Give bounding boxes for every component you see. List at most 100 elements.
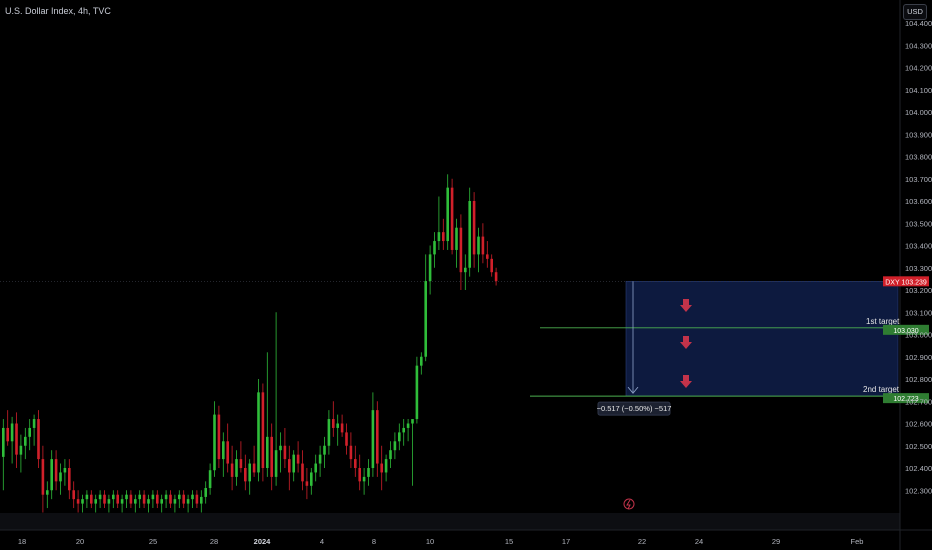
price-tick-label: 102.900: [905, 353, 932, 362]
candle-body: [204, 488, 207, 497]
candle-body: [283, 445, 287, 460]
candle-body: [10, 423, 14, 442]
candle-body: [340, 423, 344, 433]
event-icon: [623, 498, 635, 510]
measure-label: −0.517 (−0.50%) −517: [597, 401, 671, 416]
candle-body: [367, 468, 370, 477]
candle-body: [398, 432, 401, 442]
candle-body: [239, 459, 243, 468]
candle-body: [327, 419, 331, 446]
candle-body: [226, 441, 229, 464]
candle-body: [446, 187, 449, 242]
price-tick-label: 102.600: [905, 420, 932, 429]
currency-button[interactable]: USD: [903, 4, 927, 20]
candle-body: [442, 232, 445, 242]
candle-body: [472, 201, 476, 255]
candle-body: [37, 419, 40, 460]
candle-body: [94, 499, 97, 504]
candle-body: [15, 423, 18, 455]
target-zone-layer: [0, 281, 900, 397]
candle-body: [19, 445, 23, 455]
candle-body: [468, 201, 471, 268]
candle-body: [389, 450, 392, 460]
candle-body: [380, 463, 383, 473]
candle-body: [24, 436, 27, 446]
candle-body: [486, 254, 489, 259]
price-tick-label: 104.000: [905, 108, 932, 117]
price-chart[interactable]: 1st target 2nd target −0.517 (−0.50%) −517…: [0, 0, 932, 550]
candle-body: [481, 236, 485, 255]
price-tick-label: 102.700: [905, 397, 932, 406]
candle-body: [41, 459, 45, 495]
candle-body: [173, 499, 177, 504]
time-tick-label: 25: [149, 537, 157, 546]
candle-body: [301, 463, 304, 482]
candle-body: [266, 436, 269, 468]
candle-body: [72, 490, 75, 500]
price-tick-label: 102.500: [905, 442, 932, 451]
time-tick-label: 24: [695, 537, 703, 546]
candle-body: [244, 468, 247, 482]
candle-body: [46, 490, 49, 495]
candle-body: [354, 459, 357, 468]
last-price-tag: DXY 103.239: [883, 276, 929, 287]
candle-body: [195, 494, 199, 504]
candle-body: [59, 472, 62, 482]
candle-body: [134, 499, 137, 504]
price-tick-label: 104.400: [905, 19, 932, 28]
time-tick-label: 28: [210, 537, 218, 546]
candle-body: [433, 241, 436, 255]
price-tick-label: 103.400: [905, 242, 932, 251]
candle-body: [336, 423, 339, 428]
candle-body: [450, 187, 454, 250]
candle-body: [63, 468, 67, 473]
candle-body: [151, 494, 155, 500]
chart-title: U.S. Dollar Index, 4h, TVC: [5, 6, 111, 16]
candle-body: [217, 414, 221, 460]
candle-body: [332, 419, 335, 428]
candle-body: [169, 494, 172, 504]
candle-body: [274, 450, 278, 477]
candle-body: [362, 476, 366, 482]
time-tick-label: 17: [562, 537, 570, 546]
grid-lines: [0, 0, 932, 550]
candle-body: [76, 499, 80, 504]
price-tick-label: 103.700: [905, 175, 932, 184]
candle-body: [494, 272, 498, 282]
candle-body: [222, 441, 225, 460]
candle-body: [393, 441, 397, 451]
time-tick-label: 18: [18, 537, 26, 546]
candle-body: [200, 496, 203, 504]
candle-body: [455, 227, 458, 250]
price-tick-label: 102.800: [905, 375, 932, 384]
candle-body: [160, 499, 163, 504]
candle-body: [90, 494, 93, 504]
time-tick-label: Feb: [851, 537, 864, 546]
time-tick-label: 4: [320, 537, 324, 546]
first-target-label: 1st target: [866, 317, 900, 326]
time-tick-label: 8: [372, 537, 376, 546]
candle-body: [252, 463, 256, 473]
candle-body: [125, 494, 128, 500]
candle-body: [32, 419, 36, 428]
candle-body: [420, 356, 423, 366]
time-tick-label: 2024: [254, 537, 272, 546]
candle-body: [384, 459, 388, 473]
candle-body: [81, 499, 84, 504]
candle-body: [371, 410, 375, 468]
candle-body: [138, 494, 141, 500]
candle-body: [178, 494, 181, 500]
candle-body: [358, 468, 361, 482]
time-tick-label: 20: [76, 537, 84, 546]
price-tick-label: 103.500: [905, 219, 932, 228]
currency-label: USD: [907, 7, 923, 16]
candle-body: [112, 494, 115, 500]
candle-body: [345, 432, 348, 446]
candle-body: [411, 419, 414, 424]
candle-body: [257, 392, 260, 473]
candle-body: [129, 494, 133, 504]
candle-body: [402, 427, 405, 433]
price-tick-label: 104.100: [905, 86, 932, 95]
candle-body: [103, 494, 106, 504]
price-tick-label: 103.200: [905, 286, 932, 295]
